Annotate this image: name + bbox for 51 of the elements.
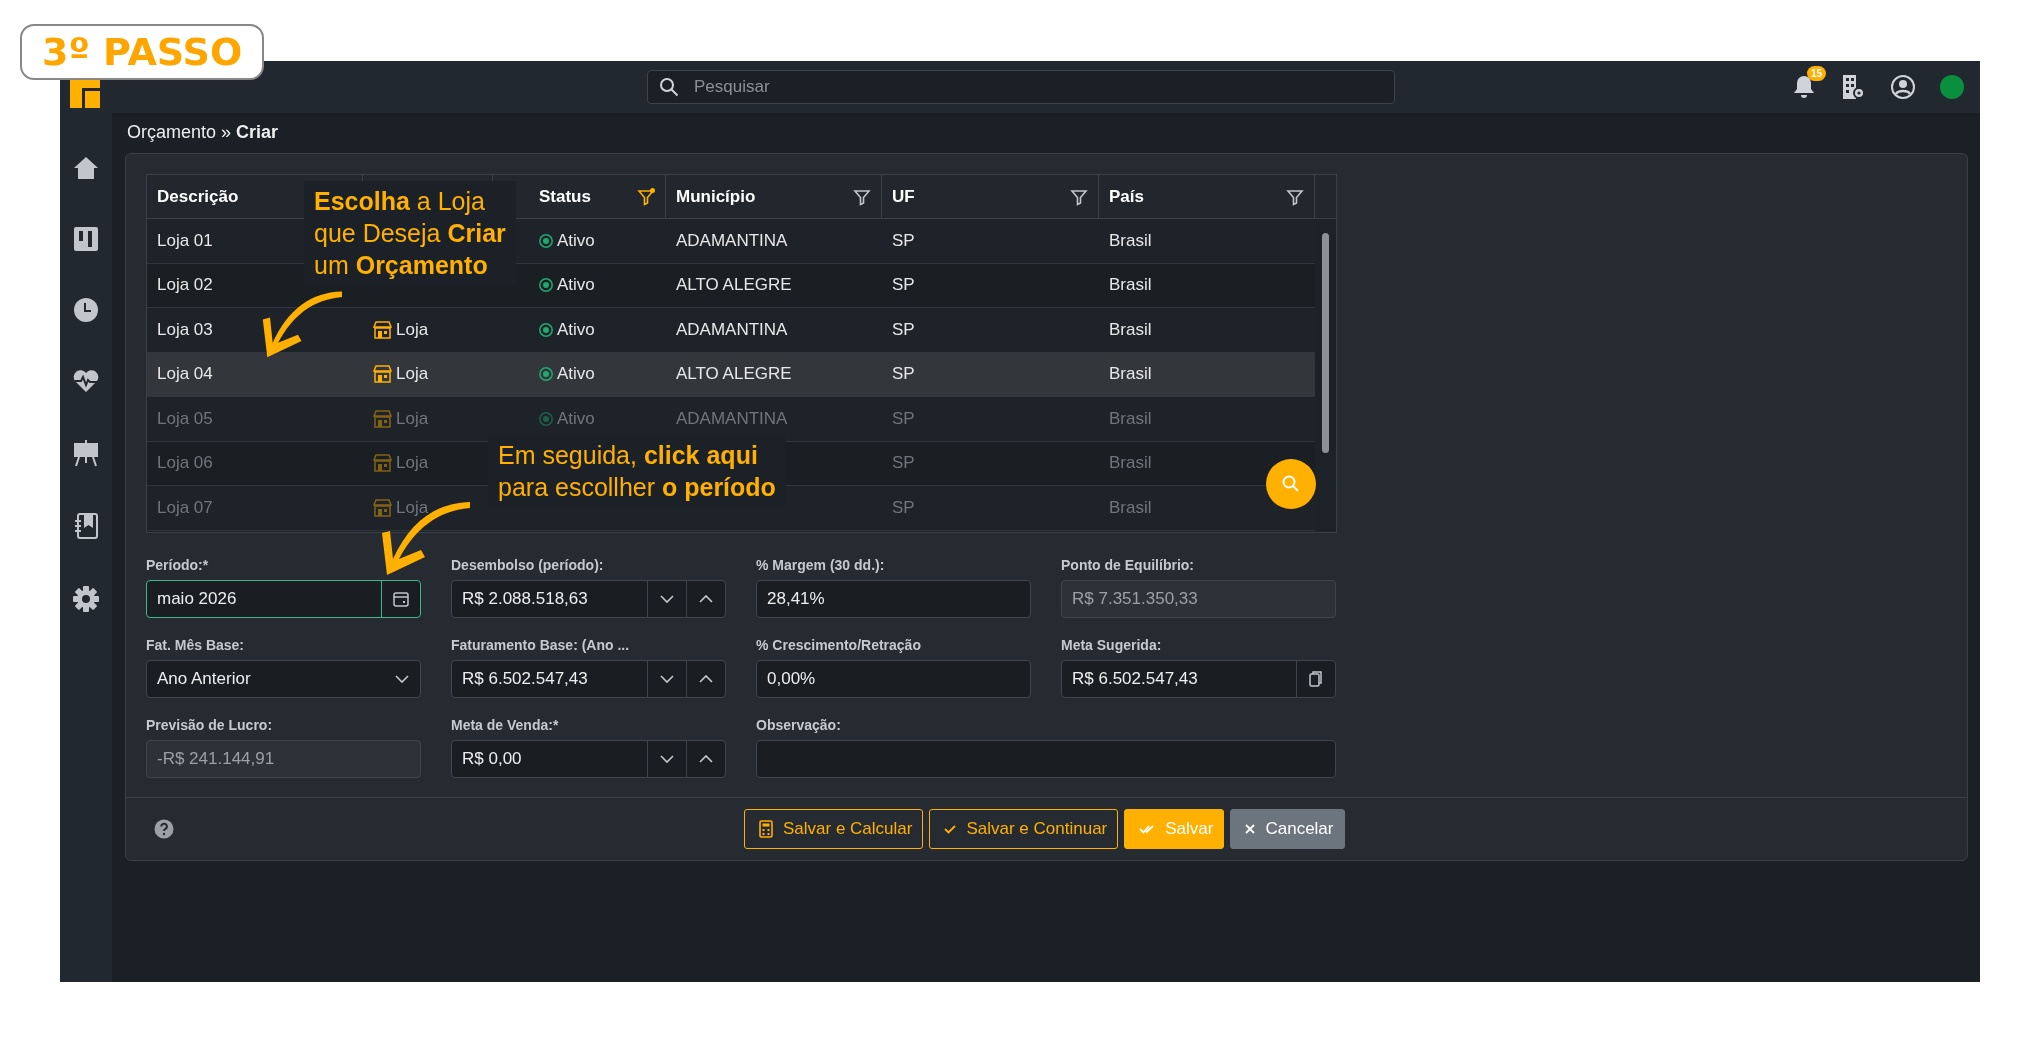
table-cell: ADAMANTINA	[676, 319, 788, 340]
breadcrumb-current: Criar	[236, 121, 279, 143]
table-cell: Brasil	[1109, 453, 1152, 474]
table-cell: Loja	[396, 497, 429, 518]
step-badge: 3º PASSO	[20, 24, 265, 80]
table-cell: SP	[892, 408, 915, 429]
table-cell: Brasil	[1109, 364, 1152, 385]
field-label: Desembolso (período):	[451, 557, 605, 573]
table-cell: SP	[892, 497, 915, 518]
breadcrumb-separator: »	[221, 121, 232, 143]
field-label: Previsão de Lucro:	[146, 717, 274, 733]
table-cell: Ativo	[557, 364, 595, 385]
table-cell: Ativo	[557, 275, 595, 296]
table-cell: Loja 03	[157, 319, 213, 340]
table-cell: Loja	[396, 364, 429, 385]
table-cell: Brasil	[1109, 275, 1152, 296]
field-label: % Margem (30 dd.):	[756, 557, 886, 573]
table-cell: ALTO ALEGRE	[676, 275, 792, 296]
table-cell: Loja 06	[157, 453, 213, 474]
notification-badge: 15	[1806, 66, 1826, 81]
table-cell: SP	[892, 453, 915, 474]
field-label: Observação:	[756, 717, 842, 733]
table-cell: Ativo	[557, 230, 595, 251]
field-label: % Crescimento/Retração	[756, 637, 922, 653]
table-cell: Loja 02	[157, 275, 213, 296]
table-cell: Ativo	[557, 408, 595, 429]
field-label: Ponto de Equilíbrio:	[1061, 557, 1195, 573]
table-cell: Brasil	[1109, 319, 1152, 340]
table-cell: Loja 01	[157, 230, 213, 251]
field-label: Período:*	[146, 557, 210, 573]
table-cell: SP	[892, 275, 915, 296]
table-cell: Loja 04	[157, 364, 213, 385]
table-cell: Loja	[396, 453, 429, 474]
field-label: Fat. Mês Base:	[146, 637, 246, 653]
table-cell: ADAMANTINA	[676, 230, 788, 251]
table-cell: Brasil	[1109, 497, 1152, 518]
field-label: Meta Sugerida:	[1061, 637, 1163, 653]
table-cell: SP	[892, 364, 915, 385]
table-cell: Loja 07	[157, 497, 213, 518]
field-label: Meta de Venda:*	[451, 717, 560, 733]
table-cell: Loja 05	[157, 408, 213, 429]
table-cell: ALTO ALEGRE	[676, 364, 792, 385]
table-cell: Brasil	[1109, 230, 1152, 251]
table-cell: Brasil	[1109, 408, 1152, 429]
table-cell: SP	[892, 319, 915, 340]
table-cell: Loja	[396, 408, 429, 429]
table-cell: SP	[892, 230, 915, 251]
field-label: Faturamento Base: (Ano ...	[451, 637, 631, 653]
table-cell: Loja	[396, 319, 429, 340]
table-cell: ADAMANTINA	[676, 408, 788, 429]
table-cell: Ativo	[557, 319, 595, 340]
